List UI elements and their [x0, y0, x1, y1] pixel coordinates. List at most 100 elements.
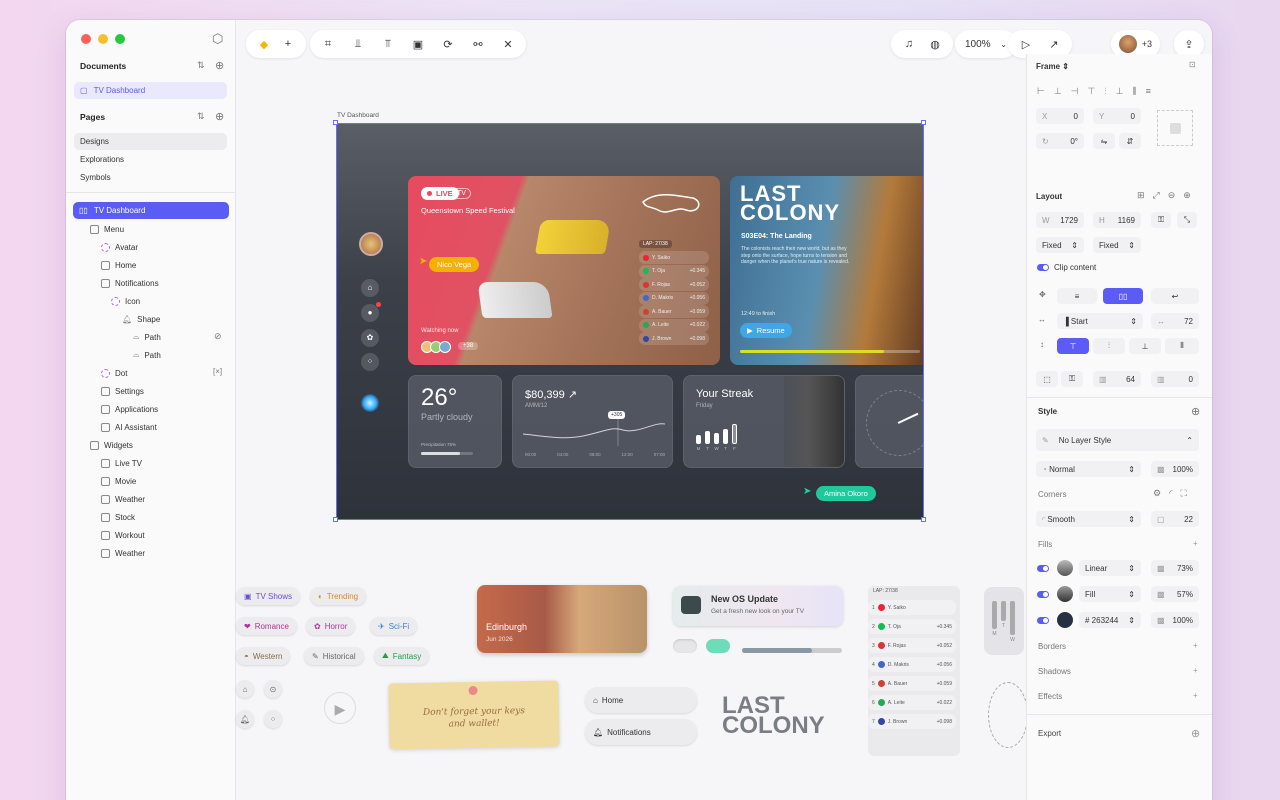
movie-card[interactable]: LAST COLONY S03E04: The Landing The colon…: [730, 176, 923, 365]
layer-applications[interactable]: Applications: [101, 401, 158, 417]
wrap-button[interactable]: ↩: [1151, 288, 1199, 304]
layer-path[interactable]: ⌓ Path: [133, 347, 161, 363]
alignment-tools[interactable]: ⊢⊥⊣⊤⫶⊥⫼≡: [1037, 86, 1160, 97]
align-bottom-icon[interactable]: ⫫: [350, 38, 366, 51]
fill-opacity-field[interactable]: ▩ 100%: [1151, 612, 1199, 628]
x-field[interactable]: X0: [1036, 108, 1084, 124]
bars-widget[interactable]: MT W: [984, 587, 1024, 655]
toggle-on[interactable]: [706, 639, 730, 653]
clock-widget[interactable]: [855, 375, 923, 468]
layer-live-tv[interactable]: Live TV: [101, 455, 142, 471]
cube-icon[interactable]: ⬡: [212, 31, 223, 47]
opacity-field[interactable]: ▩ 100%: [1151, 461, 1199, 477]
padding-mode-icon[interactable]: ⬚: [1036, 371, 1058, 387]
flip-vertical-icon[interactable]: ⇵: [1119, 133, 1141, 149]
layer-movie[interactable]: Movie: [101, 473, 136, 489]
corner-smoothing-select[interactable]: ◜ Smooth ⇕: [1036, 511, 1141, 527]
sort-icon[interactable]: ⇅: [197, 111, 205, 122]
padding-field[interactable]: ▥ 64: [1093, 371, 1141, 387]
layer-dot[interactable]: Dot: [101, 365, 127, 381]
add-effect-icon[interactable]: +: [1193, 691, 1198, 700]
fill-type-select[interactable]: Linear ⇕: [1079, 560, 1141, 576]
padding-field-2[interactable]: ▥ 0: [1151, 371, 1199, 387]
layout-tools[interactable]: ⊞⤢⊖⊕: [1137, 190, 1199, 201]
y-field[interactable]: Y0: [1093, 108, 1141, 124]
align-middle-button[interactable]: ⫶: [1093, 338, 1125, 354]
sketch-icon[interactable]: ◆: [256, 38, 272, 51]
prototype-icon[interactable]: ↗: [1046, 38, 1062, 51]
fill-opacity-field[interactable]: ▩ 73%: [1151, 560, 1199, 576]
genre-chip[interactable]: ◐ Trending: [310, 587, 367, 605]
lock-ratio-icon[interactable]: ⚿: [1151, 212, 1171, 228]
add-shadow-icon[interactable]: +: [1193, 666, 1198, 675]
genre-chip[interactable]: ⛰ Fantasy: [374, 647, 430, 665]
layer-weather[interactable]: Weather: [101, 491, 145, 507]
layer-stock[interactable]: Stock: [101, 509, 135, 525]
weather-widget[interactable]: 26° Partly cloudy Precipitation 75%: [408, 375, 502, 468]
resize-handle[interactable]: [921, 517, 926, 522]
height-field[interactable]: H 1169: [1093, 212, 1141, 228]
play-icon[interactable]: ▷: [1018, 38, 1034, 51]
minimize-window-button[interactable]: [98, 34, 108, 44]
layer-notifications[interactable]: Notifications: [101, 275, 159, 291]
toggle-off[interactable]: [673, 639, 697, 653]
canvas[interactable]: ◆ + ⌗ ⫫ ⫪ ▣ ⟳ ⚯ ✕ ♫ ◍ 100% ⌄ TV Dashboard…: [236, 20, 1028, 800]
add-export-icon[interactable]: ⊕: [1191, 727, 1200, 740]
frame-label[interactable]: TV Dashboard: [337, 112, 379, 119]
stack-vertical-button[interactable]: ≡: [1057, 288, 1097, 304]
fill-toggle[interactable]: [1037, 565, 1049, 572]
align-bottom-button[interactable]: ⊥: [1129, 338, 1161, 354]
layer-weather-2[interactable]: Weather: [101, 545, 145, 561]
constraints-widget[interactable]: [1157, 110, 1193, 146]
document-item[interactable]: ▢ TV Dashboard: [74, 82, 227, 99]
resize-icon[interactable]: ⊡: [1189, 60, 1196, 69]
link-icon[interactable]: ⊘: [214, 331, 222, 342]
tools-icon[interactable]: ✕: [500, 38, 516, 51]
nav-home[interactable]: ⌂ Home: [585, 687, 697, 713]
width-field[interactable]: W 1729: [1036, 212, 1084, 228]
page-item-designs[interactable]: Designs: [74, 133, 227, 150]
icon-button[interactable]: ⁘: [264, 710, 282, 728]
add-border-icon[interactable]: +: [1193, 641, 1198, 650]
symbol-icon[interactable]: ⚯: [470, 38, 486, 51]
fill-toggle[interactable]: [1037, 617, 1049, 624]
layer-tv-dashboard[interactable]: ▯▯ TV Dashboard: [73, 202, 229, 219]
stock-widget[interactable]: $80,399 ↗ AMM/12 +305 00:00 04:00 08:00 12:…: [512, 375, 673, 468]
fill-swatch[interactable]: [1057, 586, 1073, 602]
zoom-window-button[interactable]: [115, 34, 125, 44]
live-tv-card[interactable]: LIVE TV Queenstown Speed Festival Nico V…: [408, 176, 720, 365]
genre-chip[interactable]: ▣ TV Shows: [236, 587, 301, 605]
os-update-card[interactable]: New OS Update Get a fresh new look on yo…: [673, 586, 843, 626]
genre-chip[interactable]: ✎ Historical: [304, 647, 364, 665]
resume-button[interactable]: ▶ Resume: [740, 323, 792, 338]
distribute-button[interactable]: ⦀: [1165, 338, 1199, 354]
comment-icon[interactable]: ◍: [927, 38, 943, 51]
layer-widgets[interactable]: Widgets: [90, 437, 133, 453]
icon-button[interactable]: 🔔︎: [236, 710, 254, 728]
add-fill-icon[interactable]: +: [1193, 539, 1198, 548]
ai-assistant-icon[interactable]: [361, 394, 379, 412]
crop-icon[interactable]: ⌗: [320, 38, 336, 51]
volume-slider[interactable]: [742, 648, 842, 653]
fill-swatch[interactable]: [1057, 560, 1073, 576]
height-mode-select[interactable]: Fixed ⇕: [1093, 237, 1141, 253]
settings-icon[interactable]: ✿: [361, 329, 379, 347]
avatar[interactable]: [359, 232, 383, 256]
add-style-icon[interactable]: ⊕: [1191, 405, 1200, 418]
fill-type-select[interactable]: Fill ⇕: [1079, 586, 1141, 602]
width-mode-select[interactable]: Fixed ⇕: [1036, 237, 1084, 253]
flip-horizontal-icon[interactable]: ⇋: [1093, 133, 1115, 149]
icon-button[interactable]: ⌂: [236, 680, 254, 698]
align-top-button[interactable]: ⊤: [1057, 338, 1089, 354]
variable-icon[interactable]: [×]: [213, 367, 222, 376]
nav-notifications[interactable]: 🔔︎ Notifications: [585, 719, 697, 745]
fill-opacity-field[interactable]: ▩ 57%: [1151, 586, 1199, 602]
corner-tools[interactable]: ⚙◜⛶: [1153, 488, 1195, 499]
bell-icon[interactable]: ♫: [901, 38, 917, 50]
frame-type-selector[interactable]: Frame ⇕: [1036, 62, 1069, 71]
resize-handle[interactable]: [333, 517, 338, 522]
sticky-note[interactable]: Don't forget your keys and wallet!: [388, 680, 560, 750]
genre-chip[interactable]: ✈ Sci-Fi: [370, 617, 418, 635]
clip-content-toggle[interactable]: [1037, 264, 1049, 271]
layer-ai-assistant[interactable]: AI Assistant: [101, 419, 157, 435]
